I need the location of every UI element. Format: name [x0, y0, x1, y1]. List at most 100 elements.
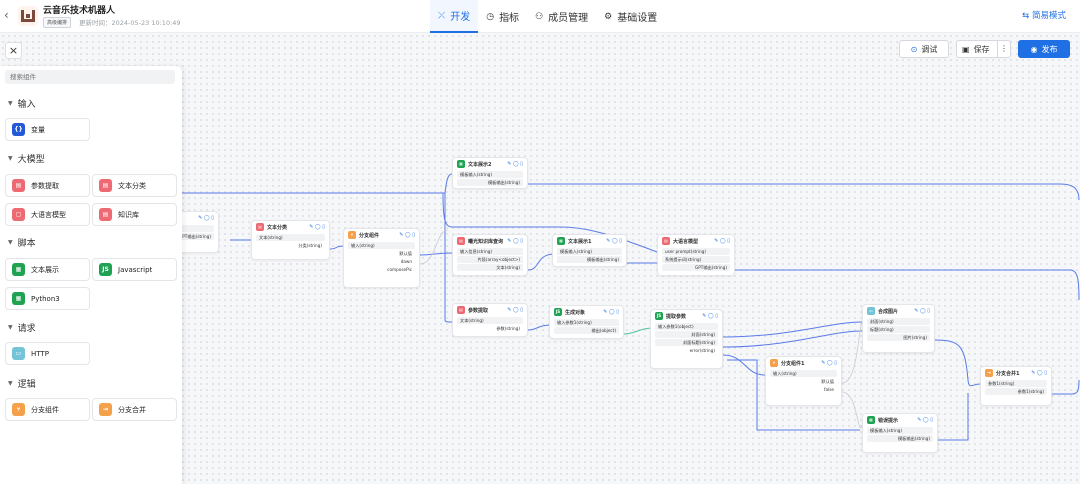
node-title: 合成图片 — [878, 308, 899, 315]
text-classify-icon: ▤ — [256, 223, 264, 231]
component-llm[interactable]: ▢ 大语言模型 — [5, 203, 90, 226]
debug-button[interactable]: ⊙ 调试 — [899, 40, 949, 58]
merge1-node[interactable]: ⇥ 分支合并1 ✎ ◯ ▯ 参数1(string) 参数1(string) — [980, 366, 1052, 406]
component-param-extract[interactable]: ▤ 参数提取 — [5, 174, 90, 197]
gen-object-node[interactable]: JS 生成对象 ✎ ◯ ▯ 输入参数1(string) 输出(object) — [549, 305, 624, 339]
component-branch[interactable]: ⑂ 分支组件 — [5, 398, 90, 421]
section-llm[interactable]: ▼ 大模型 — [8, 152, 45, 165]
node-input: 输入参数1(object) — [655, 323, 718, 330]
section-request[interactable]: ▼ 请求 — [8, 321, 36, 334]
branch-icon: ⑂ — [12, 403, 25, 416]
edit-delete-icons[interactable]: ✎ ◯ ▯ — [821, 360, 837, 366]
edit-delete-icons[interactable]: ✎ ◯ ▯ — [309, 224, 325, 230]
simple-mode-toggle[interactable]: ⇆ 简易模式 — [1022, 9, 1066, 21]
node-header: ▤ 大语言模型 ✎ ◯ ▯ — [658, 235, 734, 247]
node-header: ⑂ 分支组件 ✎ ◯ ▯ — [344, 229, 419, 241]
edit-delete-icons[interactable]: ✎ ◯ ▯ — [1031, 370, 1047, 376]
compose-pic-node[interactable]: ▭ 合成图片 ✎ ◯ ▯ 封面(string) 标题(string) 图片(stri… — [862, 304, 935, 353]
node-title: 文本展示2 — [468, 161, 492, 168]
mode-badge: 高级编排 — [43, 17, 72, 28]
component-merge[interactable]: ⇥ 分支合并 — [92, 398, 177, 421]
node-title: 错误提示 — [878, 417, 899, 424]
llm-icon: ▤ — [662, 237, 670, 245]
edit-delete-icons[interactable]: ✎ ◯ ▯ — [917, 417, 933, 423]
send-icon: ◉ — [1030, 44, 1038, 54]
edit-delete-icons[interactable]: ✎ ◯ ▯ — [507, 161, 523, 167]
node-header: ▤ 文本分类 ✎ ◯ ▯ — [252, 221, 329, 233]
tab-label: 开发 — [450, 12, 471, 23]
component-knowledge-base[interactable]: ▤ 知识库 — [92, 203, 177, 226]
text-display1-node[interactable]: ▦ 文本展示1 ✎ ◯ ▯ 模板输入(string) 模板输出(string) — [552, 234, 627, 267]
tab-members[interactable]: ⚇ 成员管理 — [527, 0, 596, 33]
edit-delete-icons[interactable]: ✎ ◯ ▯ — [914, 308, 930, 314]
node-input: 文本(string) — [457, 317, 523, 324]
section-title: 大模型 — [17, 155, 45, 165]
publish-button[interactable]: ◉ 发布 — [1018, 40, 1070, 58]
node-output: 模板输出(string) — [557, 256, 622, 263]
error-tip-node[interactable]: ▦ 错误提示 ✎ ◯ ▯ 模板输入(string) 模板输出(string) — [862, 413, 938, 453]
members-icon: ⚇ — [535, 11, 544, 22]
chevron-left-icon[interactable]: ‹ — [4, 8, 9, 22]
edit-delete-icons[interactable]: ✎ ◯ ▯ — [198, 215, 214, 221]
publish-label: 发布 — [1041, 44, 1058, 54]
edit-delete-icons[interactable]: ✎ ◯ ▯ — [507, 238, 523, 244]
section-logic[interactable]: ▼ 逻辑 — [8, 377, 36, 390]
node-output: 模板输出(string) — [867, 435, 933, 442]
robot-logo — [18, 6, 38, 26]
text-classify-node[interactable]: ▤ 文本分类 ✎ ◯ ▯ 文本(string) 分类(string) — [251, 220, 330, 260]
component-variable[interactable]: {} 变量 — [5, 118, 90, 141]
branch1-node[interactable]: ⑂ 分支组件1 ✎ ◯ ▯ 输入(string) 默认值 false — [765, 356, 842, 406]
edit-delete-icons[interactable]: ✎ ◯ ▯ — [507, 307, 523, 313]
node-title: 分支组件1 — [781, 360, 805, 367]
search-input[interactable] — [5, 70, 175, 84]
merge-icon: ⇥ — [99, 403, 112, 416]
component-python3[interactable]: ▦ Python3 — [5, 287, 90, 310]
node-input: 封面(string) — [867, 318, 930, 325]
node-output: 片段(array<object>) — [457, 256, 523, 263]
kb-query-node[interactable]: ▤ 曦光知识库查询 ✎ ◯ ▯ 输入信息(string) 片段(array<obje… — [452, 234, 528, 276]
close-panel-button[interactable]: × — [5, 42, 22, 59]
text-display-icon: ▦ — [12, 263, 25, 276]
text-display2-node[interactable]: ▦ 文本展示2 ✎ ◯ ▯ 模板输入(string) 模板输出(string) — [452, 157, 528, 189]
gear-icon: ⚙ — [604, 11, 613, 22]
branch-node[interactable]: ⑂ 分支组件 ✎ ◯ ▯ 输入(string) 默认值 dawn composePi… — [343, 228, 420, 288]
node-header: JS 生成对象 ✎ ◯ ▯ — [550, 306, 623, 318]
llm-node[interactable]: ▤ 大语言模型 ✎ ◯ ▯ user prompt(string) 系统提示词(st… — [657, 234, 735, 276]
more-icon[interactable]: ⋮ — [997, 41, 1010, 57]
component-javascript[interactable]: JS Javascript — [92, 258, 177, 281]
section-title: 输入 — [17, 100, 36, 110]
python-icon: ▦ — [12, 292, 25, 305]
component-label: 参数提取 — [31, 181, 59, 190]
save-button[interactable]: ▣ 保存 ⋮ — [956, 40, 1011, 58]
component-text-display[interactable]: ▦ 文本展示 — [5, 258, 90, 281]
edit-delete-icons[interactable]: ✎ ◯ ▯ — [702, 313, 718, 319]
section-input[interactable]: ▼ 输入 — [8, 97, 36, 110]
node-output: 参数1(string) — [985, 388, 1047, 395]
node-output: 封面标题(string) — [655, 339, 718, 346]
save-label: 保存 — [973, 44, 990, 54]
component-label: 文本展示 — [31, 265, 59, 274]
edit-delete-icons[interactable]: ✎ ◯ ▯ — [714, 238, 730, 244]
edit-delete-icons[interactable]: ✎ ◯ ▯ — [399, 232, 415, 238]
node-output: GPT输出(string) — [662, 264, 730, 271]
section-title: 脚本 — [17, 239, 36, 249]
node-output: 图片(string) — [867, 334, 930, 341]
node-header: ▭ 合成图片 ✎ ◯ ▯ — [863, 305, 934, 317]
branch-icon: ⑂ — [348, 231, 356, 239]
http-icon: ▭ — [867, 307, 875, 315]
node-output: 分类(string) — [298, 243, 322, 248]
component-http[interactable]: ▭ HTTP — [5, 342, 90, 365]
edit-delete-icons[interactable]: ✎ ◯ ▯ — [606, 238, 622, 244]
tab-metrics[interactable]: ◷ 指标 — [478, 0, 527, 33]
extract-params-node[interactable]: JS 提取参数 ✎ ◯ ▯ 输入参数1(object) 封面(string) 封面标… — [650, 309, 723, 369]
component-label: 文本分类 — [118, 181, 146, 190]
tab-settings[interactable]: ⚙ 基础设置 — [596, 0, 665, 33]
tab-label: 基础设置 — [617, 13, 658, 24]
param-extract-node[interactable]: ▤ 参数提取 ✎ ◯ ▯ 文本(string) 参数(string) — [452, 303, 528, 337]
component-text-classify[interactable]: ▤ 文本分类 — [92, 174, 177, 197]
section-script[interactable]: ▼ 脚本 — [8, 236, 36, 249]
knowledge-base-icon: ▤ — [99, 208, 112, 221]
tab-develop[interactable]: ⤬ 开发 — [430, 0, 479, 33]
edit-delete-icons[interactable]: ✎ ◯ ▯ — [603, 309, 619, 315]
text-classify-icon: ▤ — [99, 179, 112, 192]
